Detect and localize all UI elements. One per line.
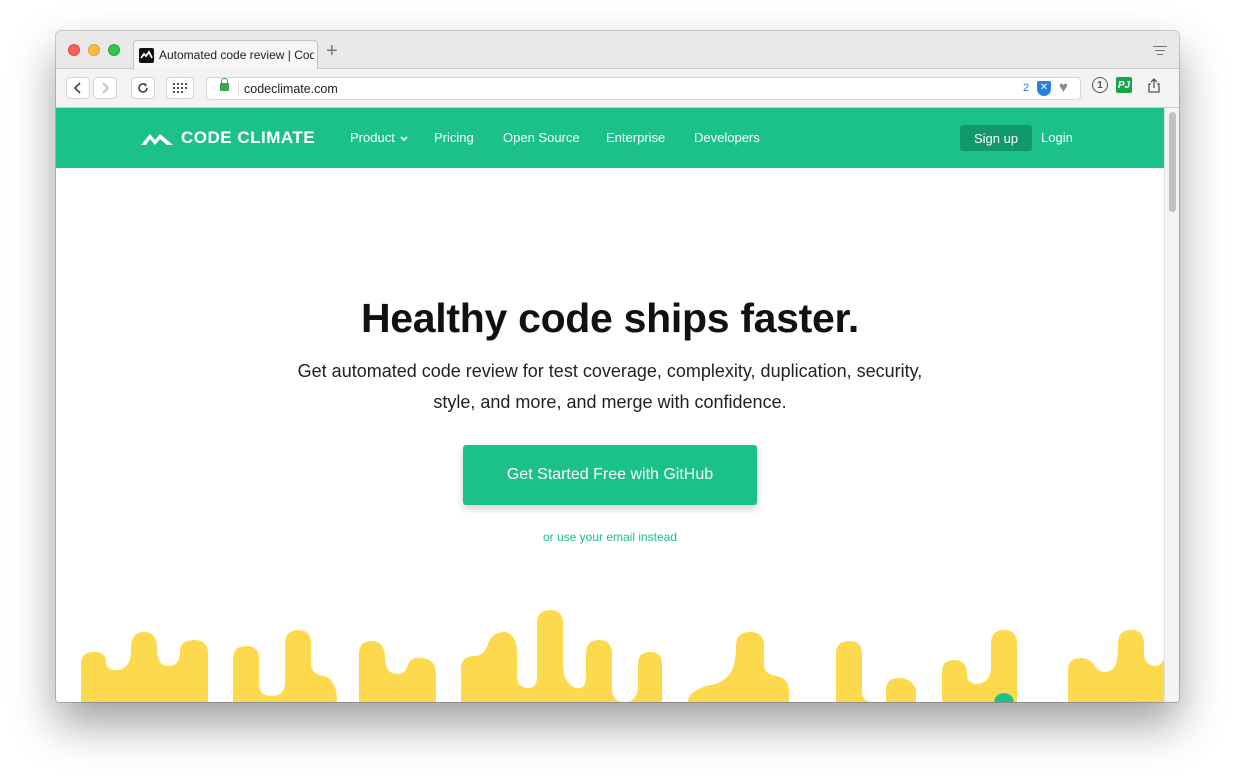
site-logo[interactable]: CODE CLIMATE (140, 128, 315, 148)
page-scrollbar[interactable] (1164, 108, 1179, 702)
nav-item-enterprise[interactable]: Enterprise (606, 130, 665, 145)
nav-item-product[interactable]: Product (350, 130, 409, 145)
site-nav: CODE CLIMATE Product Pricing Open Source… (56, 108, 1164, 168)
onepassword-icon[interactable]: 1 (1092, 77, 1108, 93)
browser-tab[interactable]: Automated code review | Code Climate (133, 40, 318, 70)
reload-icon[interactable] (131, 77, 155, 99)
hero-subtitle: Get automated code review for test cover… (297, 361, 923, 412)
login-link[interactable]: Login (1041, 130, 1073, 145)
hero-title: Healthy code ships faster. (360, 295, 860, 341)
tab-title: Automated code review | Code Climate (159, 48, 314, 62)
extension-badge-count: 2 (1023, 82, 1030, 94)
back-icon[interactable] (66, 77, 90, 99)
address-separator (238, 82, 239, 96)
url-text[interactable]: codeclimate.com (244, 82, 338, 96)
shield-icon[interactable]: ✕ (1037, 81, 1051, 96)
lock-icon (220, 78, 229, 91)
nav-item-developers[interactable]: Developers (694, 130, 760, 145)
scrollbar-thumb[interactable] (1169, 112, 1176, 212)
close-window-button[interactable] (68, 44, 80, 56)
browser-window: Automated code review | Code Climate + c… (56, 31, 1179, 702)
pj-icon[interactable]: PJ (1116, 77, 1132, 93)
page-viewport: CODE CLIMATE Product Pricing Open Source… (56, 108, 1164, 702)
share-icon[interactable] (1146, 77, 1162, 93)
tab-menu-icon[interactable] (1153, 46, 1167, 58)
new-tab-button[interactable]: + (326, 41, 338, 61)
email-signup-link[interactable]: or use your email instead (56, 530, 1164, 544)
tab-bar: Automated code review | Code Climate + (56, 31, 1179, 70)
nav-item-pricing[interactable]: Pricing (434, 130, 474, 145)
get-started-github-button[interactable]: Get Started Free with GitHub (463, 445, 757, 505)
yellow-drips-illustration (81, 610, 1164, 702)
heart-icon[interactable]: ♥ (1059, 79, 1068, 96)
forward-icon[interactable] (93, 77, 117, 99)
logo-text: CODE CLIMATE (181, 128, 316, 147)
chevron-down-icon (400, 136, 409, 142)
grid-icon[interactable] (166, 77, 194, 99)
address-bar[interactable]: codeclimate.com 2 ✕ ♥ (206, 77, 1081, 100)
zoom-window-button[interactable] (108, 44, 120, 56)
sign-up-button[interactable]: Sign up (960, 125, 1032, 151)
minimize-window-button[interactable] (88, 44, 100, 56)
logo-mark-icon (141, 134, 173, 145)
nav-item-label: Product (350, 130, 395, 145)
favicon-icon (139, 48, 154, 63)
nav-item-open-source[interactable]: Open Source (503, 130, 580, 145)
browser-toolbar: codeclimate.com 2 ✕ ♥ 1 PJ (56, 69, 1179, 108)
